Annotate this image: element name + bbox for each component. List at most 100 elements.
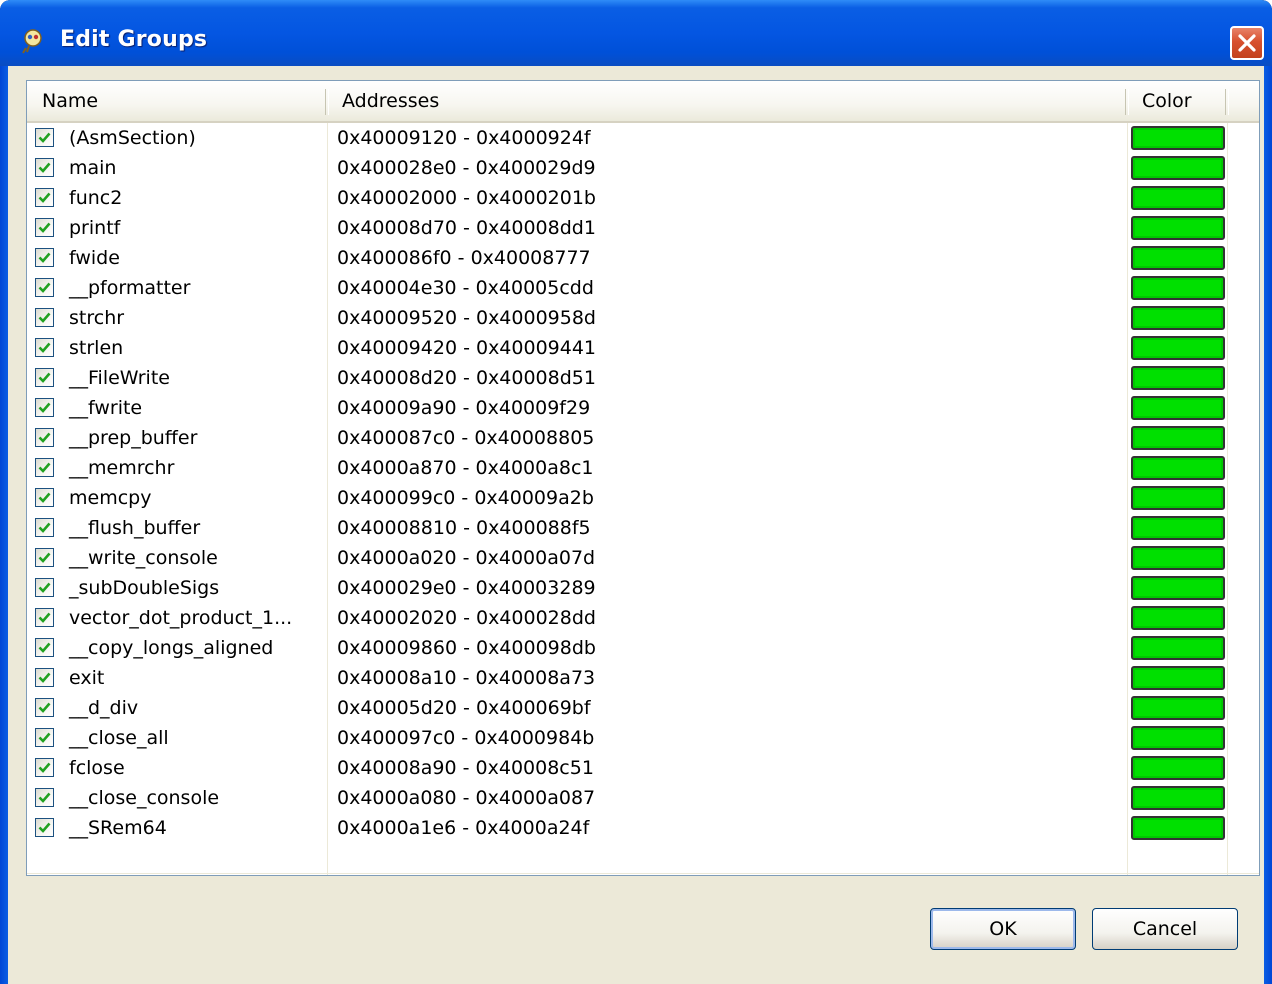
table-row[interactable]: strlen 0x40009420 - 0x40009441 <box>27 333 1259 363</box>
group-enabled-checkbox[interactable] <box>35 128 54 147</box>
color-swatch[interactable] <box>1131 336 1225 360</box>
group-enabled-checkbox[interactable] <box>35 668 54 687</box>
color-swatch[interactable] <box>1131 816 1225 840</box>
group-enabled-checkbox[interactable] <box>35 398 54 417</box>
group-name: printf <box>69 217 121 239</box>
column-header-color[interactable]: Color <box>1127 81 1227 121</box>
group-enabled-checkbox[interactable] <box>35 578 54 597</box>
cancel-button[interactable]: Cancel <box>1092 908 1238 950</box>
table-row[interactable]: __flush_buffer 0x40008810 - 0x400088f5 <box>27 513 1259 543</box>
group-enabled-checkbox[interactable] <box>35 308 54 327</box>
name-cell: __flush_buffer <box>27 513 327 543</box>
color-swatch[interactable] <box>1131 636 1225 660</box>
color-swatch[interactable] <box>1131 456 1225 480</box>
group-enabled-checkbox[interactable] <box>35 518 54 537</box>
table-row[interactable]: __close_all 0x400097c0 - 0x4000984b <box>27 723 1259 753</box>
table-row[interactable]: __d_div 0x40005d20 - 0x400069bf <box>27 693 1259 723</box>
table-row[interactable]: __SRem64 0x4000a1e6 - 0x4000a24f <box>27 813 1259 843</box>
group-enabled-checkbox[interactable] <box>35 698 54 717</box>
table-row[interactable]: printf 0x40008d70 - 0x40008dd1 <box>27 213 1259 243</box>
checkmark-icon <box>38 132 51 143</box>
group-enabled-checkbox[interactable] <box>35 728 54 747</box>
color-swatch[interactable] <box>1131 486 1225 510</box>
table-row[interactable]: __prep_buffer 0x400087c0 - 0x40008805 <box>27 423 1259 453</box>
color-swatch[interactable] <box>1131 216 1225 240</box>
color-cell <box>1131 813 1225 843</box>
color-swatch[interactable] <box>1131 366 1225 390</box>
table-row[interactable]: _subDoubleSigs 0x400029e0 - 0x40003289 <box>27 573 1259 603</box>
table-row[interactable]: strchr 0x40009520 - 0x4000958d <box>27 303 1259 333</box>
address-range: 0x40009420 - 0x40009441 <box>337 337 597 359</box>
row-divider <box>27 873 1259 874</box>
group-enabled-checkbox[interactable] <box>35 188 54 207</box>
checkmark-icon <box>38 252 51 263</box>
color-swatch[interactable] <box>1131 726 1225 750</box>
table-row[interactable]: __fwrite 0x40009a90 - 0x40009f29 <box>27 393 1259 423</box>
group-enabled-checkbox[interactable] <box>35 818 54 837</box>
group-enabled-checkbox[interactable] <box>35 158 54 177</box>
color-swatch[interactable] <box>1131 516 1225 540</box>
color-swatch[interactable] <box>1131 276 1225 300</box>
group-enabled-checkbox[interactable] <box>35 248 54 267</box>
color-swatch[interactable] <box>1131 426 1225 450</box>
group-enabled-checkbox[interactable] <box>35 458 54 477</box>
address-range: 0x400099c0 - 0x40009a2b <box>337 487 594 509</box>
column-header-name[interactable]: Name <box>27 81 325 121</box>
color-swatch[interactable] <box>1131 396 1225 420</box>
group-enabled-checkbox[interactable] <box>35 338 54 357</box>
table-row[interactable]: (AsmSection) 0x40009120 - 0x4000924f <box>27 123 1259 153</box>
ok-button[interactable]: OK <box>930 908 1076 950</box>
color-cell <box>1131 663 1225 693</box>
group-enabled-checkbox[interactable] <box>35 608 54 627</box>
table-row[interactable]: __pformatter 0x40004e30 - 0x40005cdd <box>27 273 1259 303</box>
table-row[interactable]: vector_dot_product_1... 0x40002020 - 0x40… <box>27 603 1259 633</box>
window-title: Edit Groups <box>60 27 208 52</box>
table-header: Name Addresses Color <box>27 81 1259 123</box>
color-swatch[interactable] <box>1131 576 1225 600</box>
table-row[interactable]: fwide 0x400086f0 - 0x40008777 <box>27 243 1259 273</box>
color-swatch[interactable] <box>1131 696 1225 720</box>
title-bar[interactable]: Edit Groups <box>0 0 1272 66</box>
table-row[interactable]: __FileWrite 0x40008d20 - 0x40008d51 <box>27 363 1259 393</box>
table-row[interactable]: fclose 0x40008a90 - 0x40008c51 <box>27 753 1259 783</box>
color-swatch[interactable] <box>1131 306 1225 330</box>
group-enabled-checkbox[interactable] <box>35 788 54 807</box>
dialog-body: Name Addresses Color (AsmSection) 0x40009… <box>8 66 1264 984</box>
group-enabled-checkbox[interactable] <box>35 278 54 297</box>
table-row[interactable]: __close_console 0x4000a080 - 0x4000a087 <box>27 783 1259 813</box>
color-swatch[interactable] <box>1131 546 1225 570</box>
group-enabled-checkbox[interactable] <box>35 428 54 447</box>
color-cell <box>1131 543 1225 573</box>
address-range: 0x40008a10 - 0x40008a73 <box>337 667 596 689</box>
group-enabled-checkbox[interactable] <box>35 638 54 657</box>
checkmark-icon <box>38 162 51 173</box>
group-enabled-checkbox[interactable] <box>35 218 54 237</box>
table-row[interactable]: memcpy 0x400099c0 - 0x40009a2b <box>27 483 1259 513</box>
table-row[interactable]: func2 0x40002000 - 0x4000201b <box>27 183 1259 213</box>
address-range: 0x4000a020 - 0x4000a07d <box>337 547 596 569</box>
table-row[interactable]: __copy_longs_aligned 0x40009860 - 0x40009… <box>27 633 1259 663</box>
color-swatch[interactable] <box>1131 126 1225 150</box>
column-header-addresses[interactable]: Addresses <box>327 81 1127 121</box>
checkmark-icon <box>38 642 51 653</box>
group-enabled-checkbox[interactable] <box>35 548 54 567</box>
table-row[interactable]: __memrchr 0x4000a870 - 0x4000a8c1 <box>27 453 1259 483</box>
table-row[interactable]: exit 0x40008a10 - 0x40008a73 <box>27 663 1259 693</box>
table-row[interactable]: __write_console 0x4000a020 - 0x4000a07d <box>27 543 1259 573</box>
column-resize-handle[interactable] <box>1225 89 1229 115</box>
table-row[interactable]: main 0x400028e0 - 0x400029d9 <box>27 153 1259 183</box>
group-name: __prep_buffer <box>69 427 198 449</box>
color-swatch[interactable] <box>1131 246 1225 270</box>
color-swatch[interactable] <box>1131 756 1225 780</box>
group-enabled-checkbox[interactable] <box>35 758 54 777</box>
color-swatch[interactable] <box>1131 156 1225 180</box>
group-enabled-checkbox[interactable] <box>35 488 54 507</box>
color-cell <box>1131 303 1225 333</box>
color-swatch[interactable] <box>1131 186 1225 210</box>
color-swatch[interactable] <box>1131 606 1225 630</box>
close-button[interactable] <box>1230 26 1264 60</box>
color-swatch[interactable] <box>1131 786 1225 810</box>
color-swatch[interactable] <box>1131 666 1225 690</box>
color-cell <box>1131 273 1225 303</box>
group-enabled-checkbox[interactable] <box>35 368 54 387</box>
